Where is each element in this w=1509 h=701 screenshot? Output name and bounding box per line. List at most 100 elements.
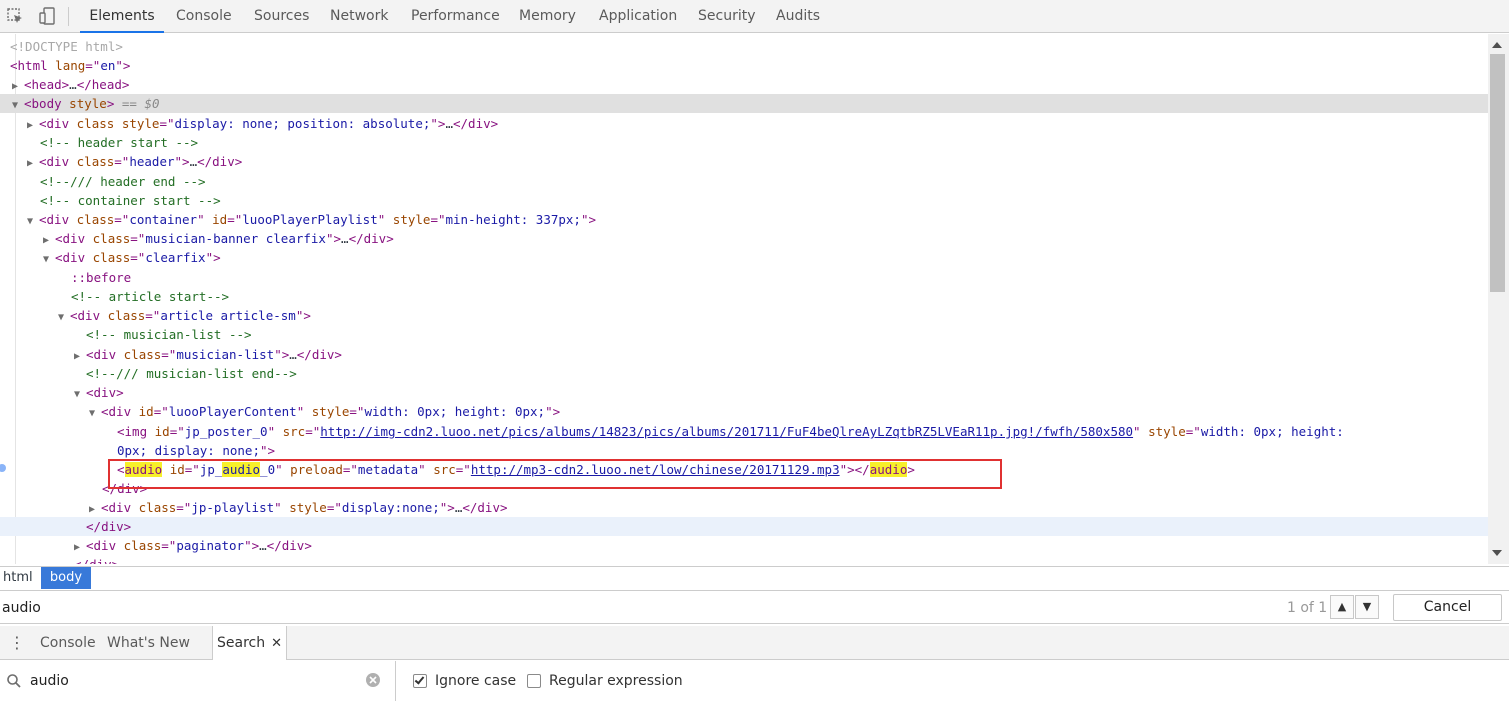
tree-row-comment[interactable]: <!--/// musician-list end--> [0, 364, 1488, 383]
tree-row-img-poster-wrap[interactable]: 0px; display: none;"> [0, 441, 1488, 460]
tab-sources[interactable]: Sources [254, 0, 309, 33]
attr-value: min-height: 337px; [445, 212, 581, 227]
collapsed-ellipsis[interactable]: … [289, 347, 297, 362]
tree-row-comment[interactable]: <!-- container start --> [0, 191, 1488, 210]
tree-row-div-playlist[interactable]: ▶ <div class="jp-playlist" style="display… [0, 498, 1488, 517]
tree-row-div-musician-list[interactable]: ▶ <div class="musician-list">…</div> [0, 345, 1488, 364]
cancel-button[interactable]: Cancel [1393, 594, 1502, 621]
collapsed-ellipsis[interactable]: … [445, 116, 453, 131]
tab-console[interactable]: Console [176, 0, 232, 33]
attr-value: width: 0px; height: [1200, 424, 1344, 439]
collapsed-ellipsis[interactable]: … [190, 154, 198, 169]
attr-value: luooPlayerContent [168, 404, 297, 419]
devtools-toolbar: Elements Console Sources Network Perform… [0, 0, 1509, 33]
tree-row-div-banner[interactable]: ▶ <div class="musician-banner clearfix">…… [0, 229, 1488, 248]
attr-value: musician-list [176, 347, 275, 362]
attr-value: en [100, 58, 116, 73]
tree-row-div-article[interactable]: ▼ <div class="article article-sm"> [0, 306, 1488, 325]
tab-elements[interactable]: Elements [80, 0, 164, 33]
tree-row-img-poster[interactable]: <img id="jp_poster_0" src="http://img-cd… [0, 422, 1488, 441]
tag-name: div [62, 250, 86, 265]
scrollbar-thumb[interactable] [1490, 54, 1505, 292]
tab-performance[interactable]: Performance [411, 0, 500, 33]
tree-row-comment[interactable]: <!-- header start --> [0, 133, 1488, 152]
resource-link[interactable]: http://img-cdn2.luoo.net/pics/albums/148… [320, 424, 1133, 439]
attr-name: class [76, 154, 115, 169]
search-input[interactable]: audio [30, 669, 69, 693]
collapsed-ellipsis[interactable]: … [259, 538, 267, 553]
scroll-down-icon[interactable] [1492, 550, 1502, 556]
collapsed-ellipsis[interactable]: … [69, 77, 77, 92]
drawer-menu-icon[interactable]: ⋮ [9, 633, 25, 653]
attr-name: style [311, 404, 350, 419]
tree-row-html[interactable]: <html lang="en"> [0, 56, 1488, 75]
attr-value: container [129, 212, 198, 227]
tag-name: div [108, 404, 132, 419]
tab-network[interactable]: Network [330, 0, 388, 33]
attr-name: class [123, 538, 162, 553]
checkmark-icon [414, 674, 425, 685]
scroll-up-icon[interactable] [1492, 42, 1502, 48]
inspect-element-icon[interactable] [5, 6, 25, 26]
pseudo-element: ::before [71, 270, 132, 285]
search-icon [6, 673, 22, 689]
find-next-icon[interactable]: ▼ [1355, 595, 1379, 619]
tree-row-div-paginator[interactable]: ▶ <div class="paginator">…</div> [0, 536, 1488, 555]
tree-row-div-clearfix[interactable]: ▼ <div class="clearfix"> [0, 248, 1488, 267]
tree-row-div-header[interactable]: ▶ <div class="header">…</div> [0, 152, 1488, 171]
tree-row-comment[interactable]: <!-- article start--> [0, 287, 1488, 306]
html-comment: <!-- musician-list --> [86, 327, 252, 342]
clear-search-icon[interactable] [365, 672, 381, 688]
tree-row-pseudo[interactable]: ::before [0, 268, 1488, 287]
tree-row-close-div[interactable]: </div> [0, 555, 1488, 564]
collapsed-ellipsis[interactable]: … [341, 231, 349, 246]
expand-arrow-icon[interactable]: ▶ [27, 154, 39, 173]
tab-security[interactable]: Security [698, 0, 756, 33]
tree-row-div-player-content[interactable]: ▼ <div id="luooPlayerContent" style="widt… [0, 402, 1488, 421]
tag-name: div [477, 500, 500, 515]
tree-row-head[interactable]: ▶ <head>…</head> [0, 75, 1488, 94]
tree-row-comment[interactable]: <!-- musician-list --> [0, 325, 1488, 344]
tab-audits[interactable]: Audits [776, 0, 820, 33]
attr-value: display:none; [341, 500, 440, 515]
tree-row-doctype[interactable]: <!DOCTYPE html> [0, 37, 1488, 56]
tree-row-div-hidden[interactable]: ▶ <div class style="display: none; positi… [0, 114, 1488, 133]
tag-name: div [93, 347, 117, 362]
tab-memory[interactable]: Memory [519, 0, 576, 33]
attr-value: paginator [176, 538, 245, 553]
attr-value: jp-playlist [191, 500, 275, 515]
tag-name: div [62, 231, 86, 246]
tree-row-close-div-hovered[interactable]: </div> [0, 517, 1488, 536]
collapse-arrow-icon[interactable]: ▼ [43, 250, 55, 269]
drawer-tab-search[interactable]: Search ✕ [212, 626, 288, 660]
attr-value: luooPlayerPlaylist [242, 212, 378, 227]
tag-name: div [468, 116, 491, 131]
tab-application[interactable]: Application [599, 0, 677, 33]
collapse-arrow-icon[interactable]: ▼ [12, 96, 24, 115]
breadcrumb-body[interactable]: body [41, 567, 91, 589]
attr-name: class [123, 347, 162, 362]
ignore-case-label[interactable]: Ignore case [435, 669, 516, 693]
tag-name: div [363, 231, 387, 246]
drawer-tab-whats-new[interactable]: What's New [107, 626, 190, 660]
vertical-scrollbar[interactable] [1488, 34, 1509, 564]
tree-row-comment[interactable]: <!--/// header end --> [0, 172, 1488, 191]
close-icon[interactable]: ✕ [271, 636, 282, 651]
tag-name: div [101, 519, 124, 534]
tree-row-body[interactable]: ▼ <body style> == $0 [0, 94, 1488, 113]
collapse-arrow-icon[interactable]: ▼ [89, 404, 101, 423]
tree-row-div-container[interactable]: ▼ <div class="container" id="luooPlayerPl… [0, 210, 1488, 229]
regex-checkbox[interactable] [527, 674, 541, 688]
attr-value: musician-banner clearfix [145, 231, 326, 246]
device-toolbar-icon[interactable] [37, 6, 57, 26]
drawer-tab-console[interactable]: Console [40, 626, 96, 660]
breadcrumb-html[interactable]: html [0, 567, 36, 589]
tag-name: html [17, 58, 48, 73]
find-input[interactable]: audio [0, 596, 1380, 620]
regex-label[interactable]: Regular expression [549, 669, 683, 693]
drawer-tab-search-label: Search [217, 635, 266, 651]
find-previous-icon[interactable]: ▲ [1330, 595, 1354, 619]
tree-row-div[interactable]: ▼ <div> [0, 383, 1488, 402]
ignore-case-checkbox[interactable] [413, 674, 427, 688]
html-comment: <!--/// musician-list end--> [86, 366, 297, 381]
